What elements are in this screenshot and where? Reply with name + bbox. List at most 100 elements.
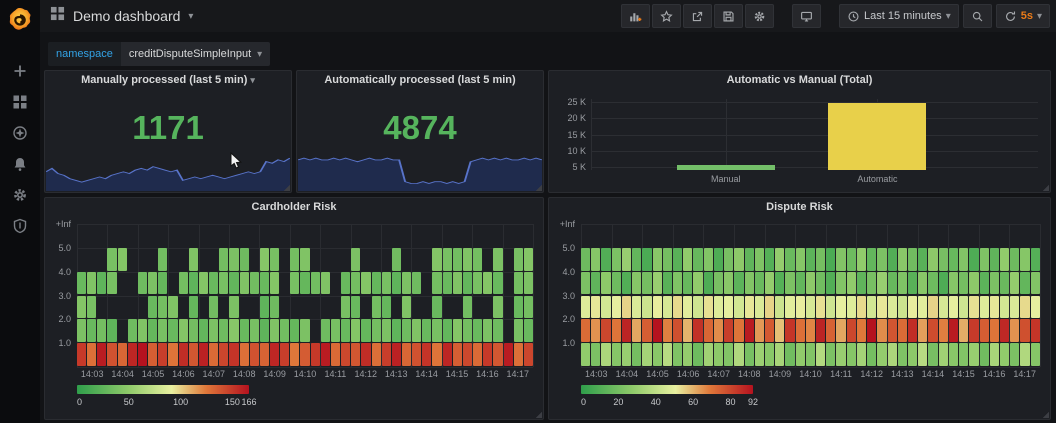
heatmap-cell bbox=[632, 319, 641, 342]
heatmap-cell bbox=[785, 296, 794, 319]
heatmap-cell bbox=[179, 248, 188, 271]
heatmap-cell bbox=[382, 319, 391, 342]
heatmap-cell bbox=[97, 296, 106, 319]
sidebar-item-explore[interactable] bbox=[11, 124, 29, 142]
heatmap-cell bbox=[990, 319, 999, 342]
heatmap-cell bbox=[888, 343, 897, 366]
grafana-logo-icon bbox=[7, 7, 33, 33]
add-panel-button[interactable] bbox=[621, 4, 650, 28]
heatmap-cell bbox=[270, 319, 279, 342]
sidebar-item-server-admin[interactable] bbox=[11, 217, 29, 235]
heatmap-cell bbox=[908, 343, 917, 366]
panel-title-automatically-processed[interactable]: Automatically processed (last 5 min) bbox=[297, 74, 543, 86]
heatmap-cell bbox=[888, 248, 897, 271]
panel-resize-handle[interactable] bbox=[1042, 411, 1049, 418]
heatmap-cell bbox=[412, 248, 421, 271]
heatmap-cell bbox=[816, 248, 825, 271]
heatmap-cell bbox=[1000, 296, 1009, 319]
panel-resize-handle[interactable] bbox=[535, 184, 542, 191]
heatmap-cell bbox=[898, 272, 907, 295]
heatmap-cell bbox=[928, 319, 937, 342]
panel-resize-handle[interactable] bbox=[283, 184, 290, 191]
sidebar-item-create[interactable] bbox=[11, 62, 29, 80]
cycle-view-mode-button[interactable] bbox=[792, 4, 821, 28]
heatmap-cell bbox=[877, 319, 886, 342]
panel-title-cardholder-risk[interactable]: Cardholder Risk bbox=[45, 201, 543, 213]
heatmap-cell bbox=[463, 272, 472, 295]
panel-title-dispute-risk[interactable]: Dispute Risk bbox=[549, 201, 1050, 213]
heatmap-cell bbox=[199, 296, 208, 319]
heatmap-cell bbox=[189, 343, 198, 366]
heatmap-cell bbox=[949, 272, 958, 295]
heatmap-cell bbox=[341, 272, 350, 295]
panel-resize-handle[interactable] bbox=[1042, 184, 1049, 191]
legend-tick-label: 92 bbox=[748, 397, 758, 407]
panel-title-automatic-vs-manual[interactable]: Automatic vs Manual (Total) bbox=[549, 74, 1050, 86]
heatmap-cell bbox=[473, 248, 482, 271]
variable-namespace-dropdown[interactable]: creditDisputeSimpleInput ▾ bbox=[121, 42, 270, 66]
panel-resize-handle[interactable] bbox=[535, 411, 542, 418]
y-axis-label: 5.0 bbox=[562, 243, 575, 253]
panel-cardholder-risk: Cardholder Risk +Inf5.04.03.02.01.0 14:0… bbox=[44, 197, 544, 420]
panel-title-manually-processed[interactable]: Manually processed (last 5 min)▾ bbox=[45, 74, 291, 86]
heatmap-cell bbox=[158, 272, 167, 295]
heatmap-cell bbox=[806, 319, 815, 342]
heatmap-cell bbox=[734, 319, 743, 342]
heatmap-cell bbox=[877, 272, 886, 295]
legend-tick-label: 166 bbox=[241, 397, 256, 407]
x-axis-label: 14:15 bbox=[446, 369, 469, 379]
legend-tick-label: 60 bbox=[688, 397, 698, 407]
dashboards-icon bbox=[12, 94, 28, 110]
x-axis-label: 14:07 bbox=[707, 369, 730, 379]
heatmap-cell bbox=[250, 343, 259, 366]
heatmap-cell bbox=[612, 248, 621, 271]
bar-chart-plot: 25 K20 K15 K10 K5 KManualAutomatic bbox=[557, 99, 1038, 170]
heatmap-cell bbox=[77, 343, 86, 366]
heatmap-cell bbox=[361, 296, 370, 319]
heatmap-cell bbox=[683, 343, 692, 366]
heatmap-cell bbox=[755, 319, 764, 342]
heatmap-cell bbox=[745, 296, 754, 319]
save-icon bbox=[722, 10, 735, 23]
time-range-picker[interactable]: Last 15 minutes ▾ bbox=[839, 4, 959, 28]
heatmap-cell bbox=[683, 296, 692, 319]
grafana-logo[interactable] bbox=[0, 0, 40, 40]
variable-namespace-caret: ▾ bbox=[257, 49, 262, 60]
sidebar-item-alerting[interactable] bbox=[11, 155, 29, 173]
sidebar-item-dashboards[interactable] bbox=[11, 93, 29, 111]
heatmap-cell bbox=[483, 319, 492, 342]
share-button[interactable] bbox=[683, 4, 712, 28]
clock-icon bbox=[847, 10, 860, 23]
heatmap-cell bbox=[836, 296, 845, 319]
heatmap-cell bbox=[622, 319, 631, 342]
dashboard-title[interactable]: Demo dashboard bbox=[73, 8, 180, 24]
heatmap-cell bbox=[179, 319, 188, 342]
heatmap-cell bbox=[734, 272, 743, 295]
heatmap-cell bbox=[382, 343, 391, 366]
heatmap-cell bbox=[463, 248, 472, 271]
heatmap-cell bbox=[118, 296, 127, 319]
zoom-out-time-button[interactable] bbox=[963, 4, 992, 28]
magnifier-icon bbox=[971, 10, 984, 23]
x-axis-label: 14:17 bbox=[507, 369, 530, 379]
heatmap-cell bbox=[867, 272, 876, 295]
heatmap-cell bbox=[714, 343, 723, 366]
save-button[interactable] bbox=[714, 4, 743, 28]
heatmap-cell bbox=[857, 272, 866, 295]
heatmap-cell bbox=[612, 319, 621, 342]
heatmap-cell bbox=[432, 296, 441, 319]
star-button[interactable] bbox=[652, 4, 681, 28]
grid-line bbox=[726, 99, 727, 170]
heatmap-cell bbox=[826, 248, 835, 271]
dashboard-title-caret[interactable]: ▾ bbox=[188, 11, 193, 22]
dashboard-settings-button[interactable] bbox=[745, 4, 774, 28]
sidebar-item-configuration[interactable] bbox=[11, 186, 29, 204]
heatmap-cell bbox=[443, 343, 452, 366]
heatmap-cell bbox=[392, 272, 401, 295]
heatmap-cell bbox=[980, 296, 989, 319]
heatmap-cell bbox=[908, 319, 917, 342]
heatmap-cell bbox=[785, 272, 794, 295]
heatmap-row bbox=[581, 272, 1040, 295]
refresh-picker[interactable]: 5s ▾ bbox=[996, 4, 1050, 28]
heatmap-cell bbox=[463, 296, 472, 319]
